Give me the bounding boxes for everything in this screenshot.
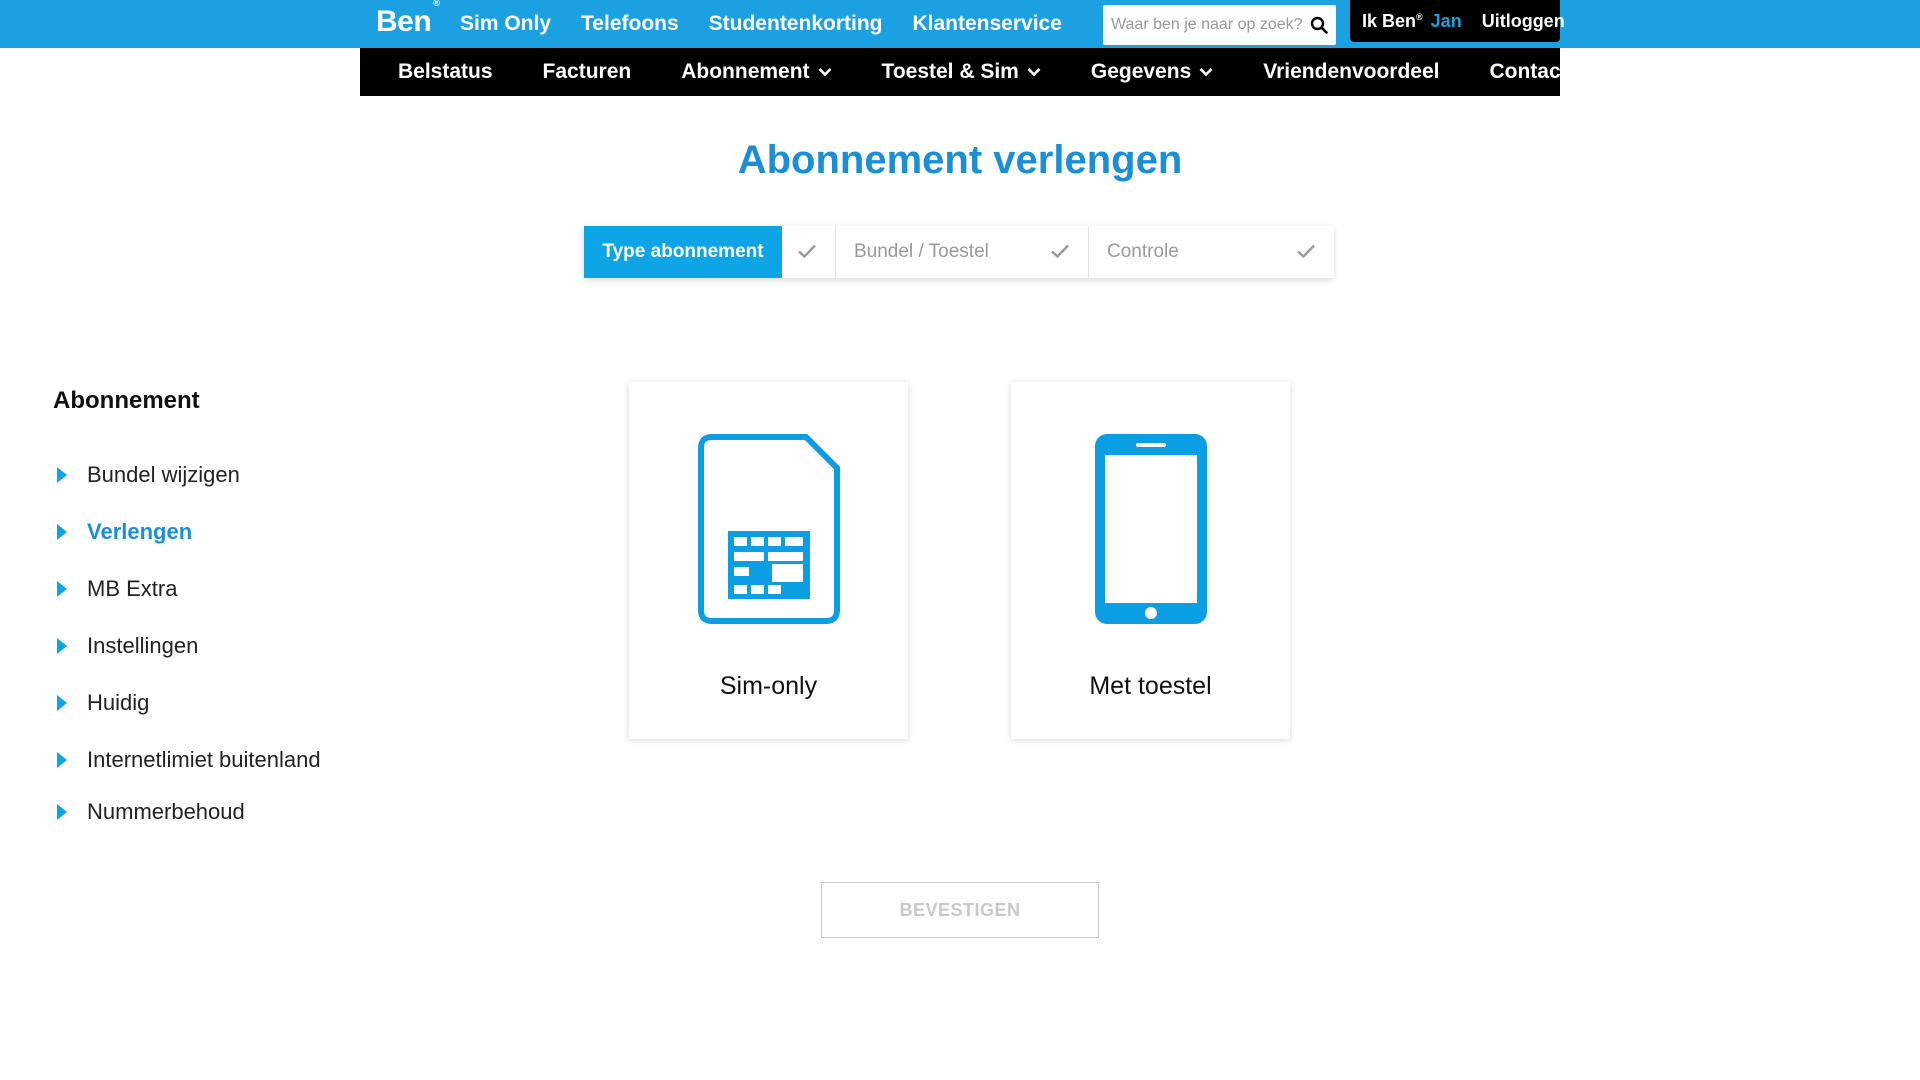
sidebar-item-label: Instellingen (87, 633, 199, 658)
caret-right-icon (57, 752, 67, 768)
chevron-down-icon (818, 68, 831, 77)
user-name[interactable]: Jan (1431, 11, 1462, 32)
subnav-label: Gegevens (1090, 60, 1192, 83)
nav-studentenkorting[interactable]: Studentenkorting (709, 12, 883, 36)
sidebar-item-bundel-wijzigen[interactable]: Bundel wijzigen (56, 462, 240, 488)
main-nav: Sim Only Telefoons Studentenkorting Klan… (460, 0, 1092, 48)
nav-klantenservice[interactable]: Klantenservice (912, 12, 1061, 36)
chevron-down-icon (1027, 68, 1041, 77)
step-type-abonnement[interactable]: Type abonnement (584, 226, 836, 278)
subnav-contact[interactable]: Contact (1489, 60, 1567, 84)
card-label: Sim-only (719, 672, 818, 700)
page-title: Abonnement verlengen (737, 138, 1183, 182)
subnav-vriendenvoordeel[interactable]: Vriendenvoordeel (1263, 60, 1439, 84)
top-bar: Ben® Sim Only Telefoons Studentenkorting… (0, 0, 1920, 48)
logo-registered-mark: ® (433, 0, 440, 8)
option-card-met-toestel[interactable]: Met toestel (1011, 382, 1290, 739)
card-icon-wrap (1011, 434, 1290, 624)
subnav-belstatus[interactable]: Belstatus (398, 60, 493, 84)
sidebar-item-instellingen[interactable]: Instellingen (56, 633, 198, 659)
sidebar-item-verlengen[interactable]: Verlengen (56, 519, 192, 545)
search-input[interactable] (1103, 5, 1303, 45)
search-box (1103, 5, 1336, 45)
option-card-sim-only[interactable]: Sim-only (629, 382, 908, 739)
search-icon[interactable] (1310, 16, 1328, 34)
subnav-label: Contact (1489, 60, 1568, 83)
account-subnav: Belstatus Facturen Abonnement Toestel & … (360, 48, 1568, 96)
subnav-label: Belstatus (398, 60, 493, 83)
sidebar-item-mb-extra[interactable]: MB Extra (56, 576, 177, 602)
sidebar-item-label: Huidig (87, 690, 150, 715)
card-icon-wrap (629, 434, 908, 624)
user-account-box: Ik Ben® Jan Uitloggen (1350, 0, 1565, 42)
check-icon (1297, 244, 1315, 259)
step-label-active: Type abonnement (584, 226, 782, 278)
subnav-label: Toestel & Sim (881, 60, 1019, 83)
check-icon (798, 244, 816, 259)
chevron-down-icon (1199, 68, 1213, 77)
subnav-label: Vriendenvoordeel (1263, 60, 1440, 83)
ben-logo[interactable]: Ben® (376, 0, 440, 39)
subnav-toestel-sim[interactable]: Toestel & Sim (882, 60, 1041, 84)
step-label: Bundel / Toestel (854, 241, 989, 262)
caret-right-icon (57, 524, 67, 540)
subnav-facturen[interactable]: Facturen (543, 60, 632, 84)
sidebar-item-internetlimiet-buitenland[interactable]: Internetlimiet buitenland (56, 747, 321, 773)
sidebar-item-label: Internetlimiet buitenland (87, 747, 321, 772)
smartphone-icon (1094, 434, 1207, 624)
subnav-abonnement[interactable]: Abonnement (681, 60, 831, 84)
caret-right-icon (57, 467, 67, 483)
sidebar-item-label: MB Extra (87, 576, 178, 601)
step-label: Controle (1107, 241, 1179, 262)
subnav-label: Abonnement (681, 60, 810, 83)
nav-sim-only[interactable]: Sim Only (460, 12, 551, 36)
subnav-gegevens[interactable]: Gegevens (1091, 60, 1213, 84)
confirm-button[interactable]: BEVESTIGEN (821, 882, 1099, 938)
logout-link[interactable]: Uitloggen (1482, 11, 1565, 32)
sidebar-title: Abonnement (53, 387, 200, 414)
caret-right-icon (57, 638, 67, 654)
check-icon (1051, 244, 1069, 259)
sidebar-item-nummerbehoud[interactable]: Nummerbehoud (56, 799, 245, 825)
logo-text: Ben (376, 5, 432, 38)
caret-right-icon (57, 695, 67, 711)
greeting-text: Ik Ben (1362, 10, 1417, 31)
caret-right-icon (57, 804, 67, 820)
caret-right-icon (57, 581, 67, 597)
card-label: Met toestel (1089, 672, 1212, 700)
progress-steps: Type abonnement Bundel / Toestel Control… (584, 226, 1334, 278)
sidebar-item-huidig[interactable]: Huidig (56, 690, 149, 716)
user-greeting: Ik Ben® (1362, 11, 1423, 32)
subnav-label: Facturen (542, 60, 632, 83)
nav-telefoons[interactable]: Telefoons (581, 12, 679, 36)
sidebar-item-label: Nummerbehoud (87, 799, 245, 824)
sidebar-item-label: Bundel wijzigen (87, 462, 240, 487)
greeting-registered-mark: ® (1416, 11, 1423, 22)
step-bundel-toestel[interactable]: Bundel / Toestel (836, 226, 1089, 278)
sidebar-item-label: Verlengen (87, 519, 193, 544)
sim-card-icon (697, 434, 840, 624)
step-controle[interactable]: Controle (1089, 226, 1334, 278)
